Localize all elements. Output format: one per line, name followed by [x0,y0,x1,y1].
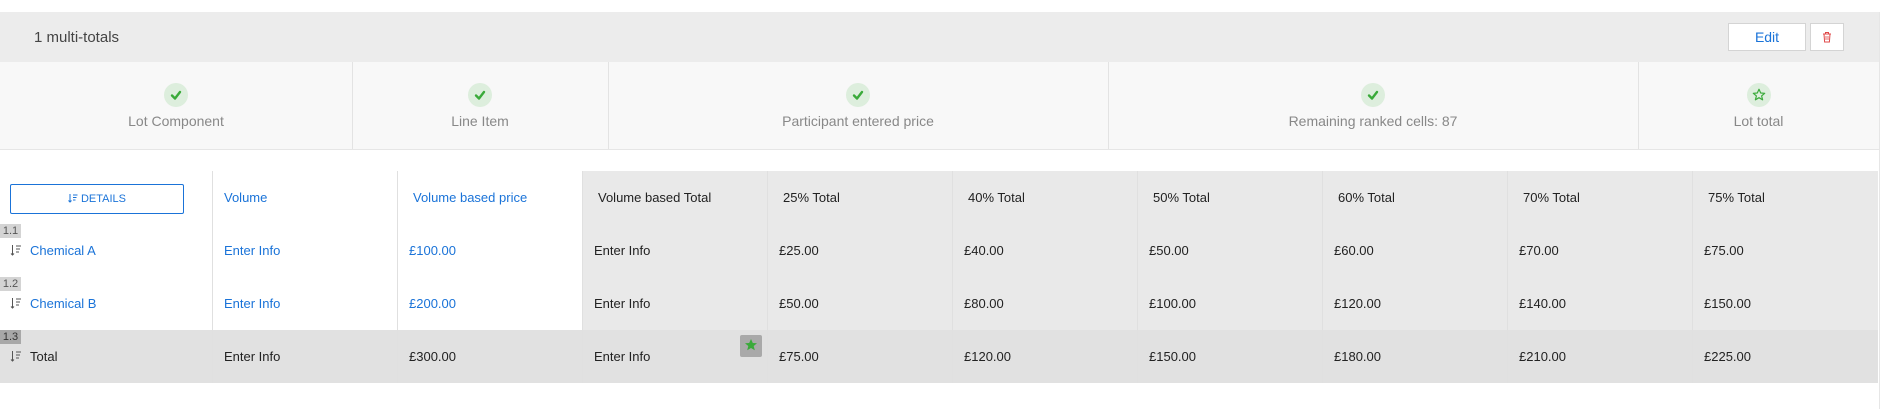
volume-based-price-cell[interactable]: £100.00 [398,224,583,277]
row-number: 1.2 [0,277,21,291]
step-line-item[interactable]: Line Item [352,62,609,149]
volume-cell[interactable]: Enter Info [213,224,398,277]
row-name-link[interactable]: Chemical B [30,277,96,330]
row-number: 1.3 [0,330,21,344]
details-button[interactable]: DETAILS [10,184,184,214]
total-60-cell: £60.00 [1323,224,1508,277]
section-header: 1 multi-totals Edit [0,12,1879,62]
step-label: Lot total [1733,113,1784,129]
step-label: Line Item [451,113,509,129]
volume-based-price-cell: £300.00 [398,330,583,383]
row-name-cell: 1.2 Chemical B [0,277,213,330]
total-25-cell: £50.00 [768,277,953,330]
star-outline-icon [1752,88,1765,101]
sort-icon [68,194,78,203]
table-row-total: 1.3 Total Enter Info £300.00 Enter Info … [0,330,1878,383]
progress-steps: Lot Component Line Item Participant ente… [0,62,1879,150]
step-lot-total[interactable]: Lot total [1638,62,1879,149]
edit-button[interactable]: Edit [1728,23,1806,51]
row-name-link[interactable]: Chemical A [30,224,96,277]
column-header-volume[interactable]: Volume [213,171,398,224]
volume-cell[interactable]: Enter Info [213,277,398,330]
step-participant-entered-price[interactable]: Participant entered price [608,62,1109,149]
table-row: 1.1 Chemical A Enter Info £100.00 Enter … [0,224,1878,278]
section-title: 1 multi-totals [34,29,120,46]
total-70-cell: £140.00 [1508,277,1693,330]
total-70-cell: £210.00 [1508,330,1693,383]
check-icon [170,90,182,100]
column-header-volume-based-total: Volume based Total [583,171,768,224]
column-header-volume-based-price[interactable]: Volume based price [398,171,583,224]
column-header-75-total: 75% Total [1693,171,1878,224]
volume-based-total-cell: Enter Info [583,224,768,277]
step-lot-component[interactable]: Lot Component [0,62,353,149]
sort-icon [10,245,21,256]
table-row: 1.2 Chemical B Enter Info £200.00 Enter … [0,277,1878,330]
total-50-cell: £100.00 [1138,277,1323,330]
sort-icon [10,298,21,309]
total-40-cell: £80.00 [953,277,1138,330]
delete-button[interactable] [1810,23,1844,51]
row-number: 1.1 [0,224,21,238]
step-label: Participant entered price [782,113,934,129]
total-60-cell: £120.00 [1323,277,1508,330]
volume-cell: Enter Info [213,330,398,383]
step-label: Remaining ranked cells: 87 [1288,113,1458,129]
column-header-25-total: 25% Total [768,171,953,224]
column-header-40-total: 40% Total [953,171,1138,224]
sort-icon [10,351,21,362]
total-40-cell: £40.00 [953,224,1138,277]
total-50-cell: £150.00 [1138,330,1323,383]
total-60-cell: £180.00 [1323,330,1508,383]
step-label: Lot Component [128,113,224,129]
row-name-label: Total [30,349,58,364]
row-name-cell: 1.1 Chemical A [0,224,213,277]
column-header-60-total: 60% Total [1323,171,1508,224]
total-25-cell: £25.00 [768,224,953,277]
total-25-cell: £75.00 [768,330,953,383]
volume-based-price-cell[interactable]: £200.00 [398,277,583,330]
total-40-cell: £120.00 [953,330,1138,383]
check-icon [852,90,864,100]
total-75-cell: £75.00 [1693,224,1878,277]
total-70-cell: £70.00 [1508,224,1693,277]
details-label: DETAILS [80,193,127,205]
row-name-cell: 1.3 Total [0,330,213,383]
lot-total-star-badge[interactable] [740,335,762,357]
volume-based-total-cell: Enter Info [583,277,768,330]
check-icon [474,90,486,100]
check-icon [1367,90,1379,100]
table-header-row: DETAILS Volume Volume based price Volume… [0,171,1878,224]
column-header-50-total: 50% Total [1138,171,1323,224]
column-header-70-total: 70% Total [1508,171,1693,224]
total-75-cell: £225.00 [1693,330,1878,383]
total-75-cell: £150.00 [1693,277,1878,330]
trash-icon [1823,32,1831,43]
total-50-cell: £50.00 [1138,224,1323,277]
details-cell: DETAILS [0,171,213,224]
star-icon [745,339,757,351]
step-remaining-ranked-cells[interactable]: Remaining ranked cells: 87 [1108,62,1639,149]
